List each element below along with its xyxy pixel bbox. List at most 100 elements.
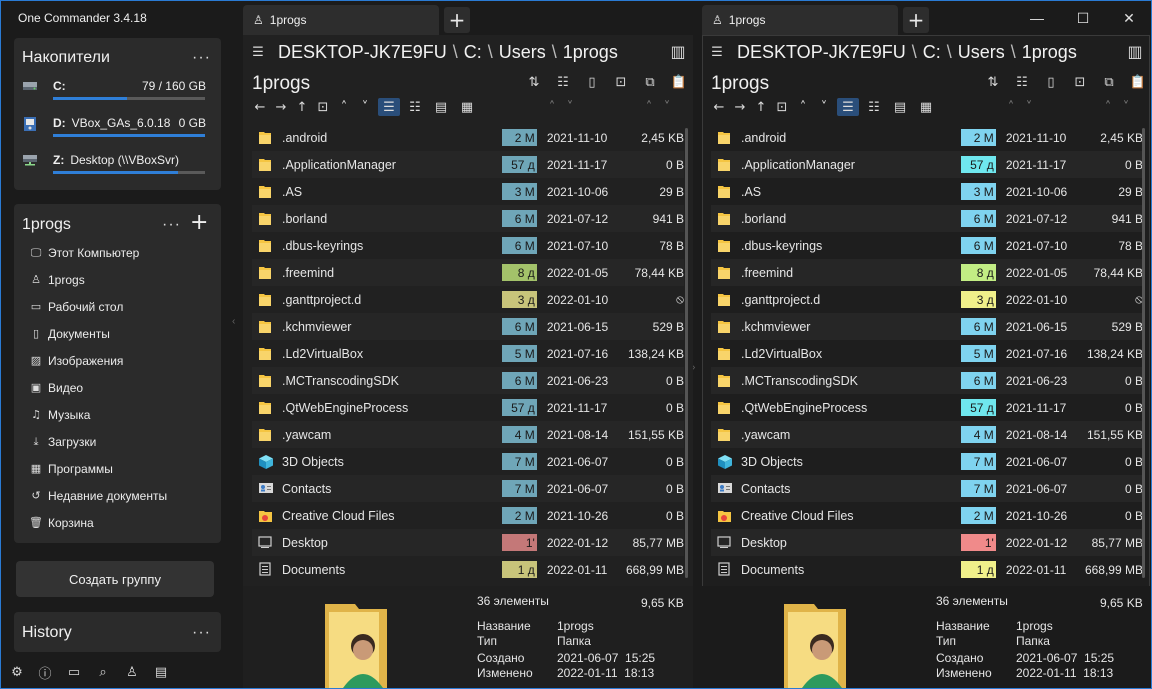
favorite-item[interactable]: ▯ Документы (30, 320, 110, 347)
file-row[interactable]: .borland 6 M 2021-07-12 941 B (252, 205, 684, 232)
file-row[interactable]: .Ld2VirtualBox 5 M 2021-07-16 138,24 KB (711, 340, 1143, 367)
file-row[interactable]: .yawcam 4 M 2021-08-14 151,55 KB (252, 421, 684, 448)
add-favorite-button[interactable]: + (190, 210, 208, 235)
sort-desc-icon[interactable]: ˅ (561, 98, 579, 116)
window-icon[interactable]: ▤ (152, 663, 170, 681)
file-row[interactable]: .AS 3 M 2021-10-06 29 B (711, 178, 1143, 205)
info-icon[interactable]: ⓘ (36, 663, 54, 682)
file-row[interactable]: .ApplicationManager 57 д 2021-11-17 0 B (711, 151, 1143, 178)
new-tab-button[interactable]: + (444, 7, 470, 33)
breadcrumb-segment[interactable]: Users (958, 42, 1005, 63)
history-more-button[interactable]: ··· (192, 624, 211, 642)
back-arrow-icon[interactable]: ← (251, 98, 269, 116)
details-view-icon[interactable]: ☰ (837, 98, 859, 116)
file-row[interactable]: .QtWebEngineProcess 57 д 2021-11-17 0 B (252, 394, 684, 421)
settings-icon[interactable]: ⚙ (8, 663, 26, 681)
file-row[interactable]: .freemind 8 д 2022-01-05 78,44 KB (711, 259, 1143, 286)
sort-asc-icon[interactable]: ˄ (543, 98, 561, 116)
new-tab-button[interactable]: + (903, 7, 929, 33)
file-row[interactable]: Contacts 7 M 2021-06-07 0 B (252, 475, 684, 502)
columns-icon[interactable]: ▥ (669, 42, 687, 61)
file-list-scrollbar[interactable] (685, 128, 688, 578)
chevron-up-icon[interactable]: ˄ (335, 98, 353, 116)
breadcrumb-segment[interactable]: C: (923, 42, 941, 63)
file-row[interactable]: .dbus-keyrings 6 M 2021-07-10 78 B (252, 232, 684, 259)
new-folder-icon[interactable]: ⊡ (612, 73, 630, 91)
breadcrumb-segment[interactable]: DESKTOP-JK7E9FU (278, 42, 447, 63)
drives-more-button[interactable]: ··· (192, 49, 211, 67)
file-row[interactable]: 3D Objects 7 M 2021-06-07 0 B (711, 448, 1143, 475)
favorite-item[interactable]: ♫ Музыка (30, 401, 90, 428)
minimize-button[interactable]: — (1014, 0, 1060, 36)
paste-icon[interactable]: 📋 (1129, 73, 1147, 91)
grid-view-icon[interactable]: ▦ (456, 98, 478, 116)
favorite-item[interactable]: ⤓ Загрузки (30, 428, 97, 455)
maximize-button[interactable]: ☐ (1060, 0, 1106, 36)
new-folder-icon[interactable]: ⊡ (1071, 73, 1089, 91)
favorite-item[interactable]: ▣ Видео (30, 374, 83, 401)
drive-row[interactable]: D: VBox_GAs_6.0.18 0 GB (22, 115, 208, 145)
size-sort-desc-icon[interactable]: ˅ (658, 98, 676, 116)
file-row[interactable]: .yawcam 4 M 2021-08-14 151,55 KB (711, 421, 1143, 448)
file-row[interactable]: .MCTranscodingSDK 6 M 2021-06-23 0 B (252, 367, 684, 394)
breadcrumb-segment[interactable]: 1progs (1022, 42, 1077, 63)
file-row[interactable]: .Ld2VirtualBox 5 M 2021-07-16 138,24 KB (252, 340, 684, 367)
file-row[interactable]: .MCTranscodingSDK 6 M 2021-06-23 0 B (711, 367, 1143, 394)
size-sort-asc-icon[interactable]: ˄ (1099, 98, 1117, 116)
file-row[interactable]: Creative Cloud Files 2 M 2021-10-26 0 B (252, 502, 684, 529)
breadcrumb-segment[interactable]: C: (464, 42, 482, 63)
breadcrumb-segment[interactable]: DESKTOP-JK7E9FU (737, 42, 906, 63)
favorites-more-button[interactable]: ··· (162, 216, 181, 234)
file-row[interactable]: .ApplicationManager 57 д 2021-11-17 0 B (252, 151, 684, 178)
back-arrow-icon[interactable]: ← (710, 98, 728, 116)
chevron-up-icon[interactable]: ˄ (794, 98, 812, 116)
folder-nav-icon[interactable]: ⊡ (314, 98, 332, 116)
columns-icon[interactable]: ▥ (1126, 42, 1144, 61)
favorite-item[interactable]: 🖵 Этот Компьютер (30, 239, 140, 266)
file-row[interactable]: .android 2 M 2021-11-10 2,45 KB (711, 124, 1143, 151)
favorite-item[interactable]: ▦ Программы (30, 455, 113, 482)
file-row[interactable]: .freemind 8 д 2022-01-05 78,44 KB (252, 259, 684, 286)
file-row[interactable]: Desktop 1' 2022-01-12 85,77 MB (711, 529, 1143, 556)
drive-row[interactable]: Z: Desktop (\\VBoxSvr) (22, 152, 208, 182)
copy-icon[interactable]: ⧉ (641, 73, 659, 91)
robot-icon[interactable]: ♙ (123, 663, 141, 681)
drive-row[interactable]: C: 79 / 160 GB (22, 78, 208, 108)
file-row[interactable]: Desktop 1' 2022-01-12 85,77 MB (252, 529, 684, 556)
file-row[interactable]: .ganttproject.d 3 д 2022-01-10 ⦸ (252, 286, 684, 313)
favorite-item[interactable]: ▨ Изображения (30, 347, 124, 374)
file-row[interactable]: Documents 1 д 2022-01-11 668,99 MB (252, 556, 684, 583)
file-row[interactable]: .ganttproject.d 3 д 2022-01-10 ⦸ (711, 286, 1143, 313)
sort-asc-icon[interactable]: ˄ (1002, 98, 1020, 116)
new-file-icon[interactable]: ▯ (1042, 73, 1060, 91)
favorite-item[interactable]: ▭ Рабочий стол (30, 293, 124, 320)
file-list-scrollbar[interactable] (1142, 128, 1145, 578)
left-splitter-handle[interactable]: ‹ (232, 316, 235, 327)
favorite-item[interactable]: 🗑 Корзина (29, 509, 94, 536)
file-row[interactable]: Creative Cloud Files 2 M 2021-10-26 0 B (711, 502, 1143, 529)
size-sort-desc-icon[interactable]: ˅ (1117, 98, 1135, 116)
compact-view-icon[interactable]: ▤ (430, 98, 452, 116)
list-view-icon[interactable]: ☷ (863, 98, 885, 116)
list-view-icon[interactable]: ☷ (404, 98, 426, 116)
menu-icon[interactable]: ☰ (708, 43, 726, 61)
sort-icon[interactable]: ⇅ (525, 73, 543, 91)
folder-nav-icon[interactable]: ⊡ (773, 98, 791, 116)
file-row[interactable]: 3D Objects 7 M 2021-06-07 0 B (252, 448, 684, 475)
file-row[interactable]: .borland 6 M 2021-07-12 941 B (711, 205, 1143, 232)
grid-view-icon[interactable]: ▦ (915, 98, 937, 116)
new-file-icon[interactable]: ▯ (583, 73, 601, 91)
file-row[interactable]: .android 2 M 2021-11-10 2,45 KB (252, 124, 684, 151)
sort-desc-icon[interactable]: ˅ (1020, 98, 1038, 116)
breadcrumb-segment[interactable]: 1progs (563, 42, 618, 63)
file-row[interactable]: Documents 1 д 2022-01-11 668,99 MB (711, 556, 1143, 583)
close-button[interactable]: ✕ (1106, 0, 1152, 36)
breadcrumb[interactable]: DESKTOP-JK7E9FU \ C: \ Users \ 1progs (278, 42, 618, 63)
create-group-button[interactable]: Создать группу (16, 561, 214, 597)
favorite-item[interactable]: ↺ Недавние документы (30, 482, 167, 509)
file-row[interactable]: .dbus-keyrings 6 M 2021-07-10 78 B (711, 232, 1143, 259)
list-sort-icon[interactable]: ☷ (1013, 73, 1031, 91)
file-row[interactable]: Contacts 7 M 2021-06-07 0 B (711, 475, 1143, 502)
favorite-item[interactable]: ♙ 1progs (30, 266, 85, 293)
file-row[interactable]: .AS 3 M 2021-10-06 29 B (252, 178, 684, 205)
